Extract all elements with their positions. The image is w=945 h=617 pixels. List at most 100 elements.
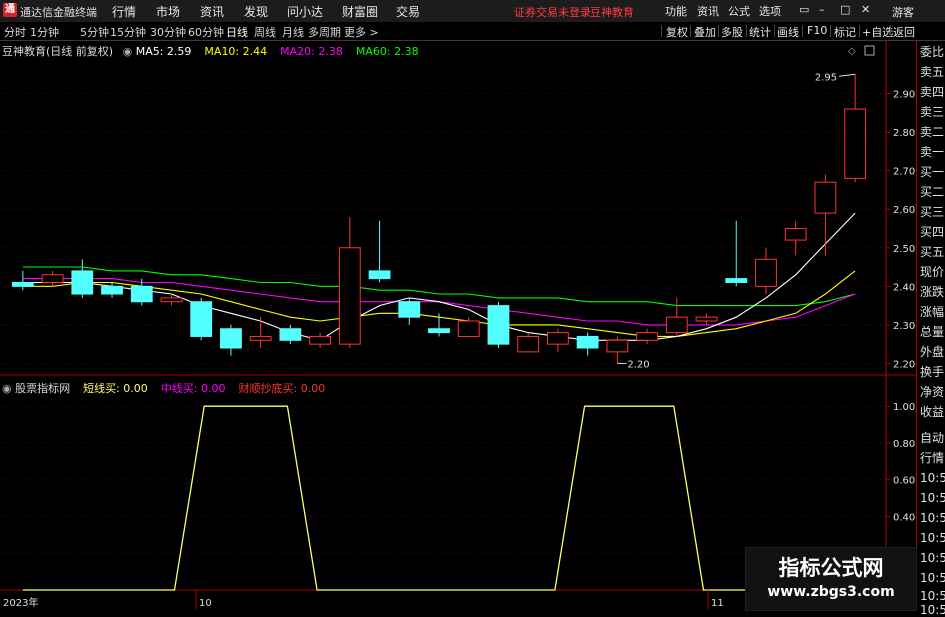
watermark-title: 指标公式网 bbox=[778, 556, 884, 580]
period-more[interactable]: 更多 > bbox=[344, 24, 379, 40]
menu-news[interactable]: 资讯 bbox=[200, 3, 224, 20]
candle-body-up bbox=[665, 316, 688, 334]
high-price-label: 2.95 bbox=[815, 72, 837, 83]
add-watchlist-button[interactable]: +自选 bbox=[862, 24, 893, 40]
sidebar-field-10: 买五 bbox=[920, 245, 945, 259]
sidebar-field-3: 卖三 bbox=[920, 105, 945, 119]
sidebar-field-7: 买二 bbox=[920, 185, 945, 199]
back-button[interactable]: 返回 bbox=[893, 24, 915, 40]
candle bbox=[546, 328, 569, 352]
candle bbox=[160, 294, 183, 306]
price-tick-label: 2.80 bbox=[893, 128, 915, 139]
indicator-tick-label: 1.00 bbox=[893, 402, 915, 413]
diamond-icon[interactable]: ◇ bbox=[848, 46, 856, 57]
candle bbox=[636, 328, 658, 345]
indicator-axis: 1.000.800.600.400.20 bbox=[886, 402, 915, 560]
toolbar-divider bbox=[718, 25, 719, 37]
period-daily[interactable]: 日线 bbox=[226, 24, 248, 40]
overlay-button[interactable]: 叠加 bbox=[694, 24, 716, 40]
menu-market[interactable]: 市场 bbox=[156, 3, 180, 20]
sidebar-field-4: 卖二 bbox=[920, 125, 945, 139]
indicator-tick-label: 0.80 bbox=[893, 439, 915, 450]
candle bbox=[190, 297, 213, 341]
sidebar-field-12: 涨跌 bbox=[920, 285, 945, 299]
adjust-price-button[interactable]: 复权 bbox=[666, 24, 688, 40]
trade-login-notice[interactable]: 证券交易未登录 bbox=[514, 4, 591, 20]
period-60min[interactable]: 60分钟 bbox=[188, 24, 224, 40]
f10-button[interactable]: F10 bbox=[807, 24, 827, 37]
menu-market-quotes[interactable]: 行情 bbox=[112, 3, 136, 20]
period-5min[interactable]: 5分钟 bbox=[80, 24, 109, 40]
sidebar-field-2: 卖四 bbox=[920, 85, 945, 99]
period-weekly[interactable]: 周线 bbox=[254, 24, 276, 40]
period-monthly[interactable]: 月线 bbox=[282, 24, 304, 40]
candle bbox=[220, 324, 242, 356]
chart-area[interactable]: ◇ 2.902.802.702.602.502.402.302.20 2.95 … bbox=[0, 41, 916, 609]
sidebar-field-8: 买三 bbox=[920, 205, 945, 219]
multi-stock-button[interactable]: 多股 bbox=[721, 24, 743, 40]
menu-discover[interactable]: 发现 bbox=[244, 3, 268, 20]
panel-toggle-icon[interactable] bbox=[864, 45, 875, 56]
sidebar-field-27: 10:57 bbox=[920, 589, 945, 603]
menu-ask-xiaoda[interactable]: 问小达 bbox=[287, 3, 323, 20]
period-1min[interactable]: 1分钟 bbox=[30, 24, 59, 40]
sidebar-field-21: 10:50 bbox=[920, 471, 945, 485]
candle-body-up bbox=[457, 320, 480, 337]
candle-body-down bbox=[130, 285, 153, 303]
sidebar-field-5: 卖一 bbox=[920, 145, 945, 159]
candle-body-up bbox=[249, 335, 272, 341]
candle-body-up bbox=[338, 247, 361, 345]
toolbar-divider bbox=[774, 25, 775, 37]
toolbar-divider bbox=[661, 25, 662, 37]
menu-wealth-circle[interactable]: 财富圈 bbox=[342, 3, 378, 20]
sidebar-field-13: 涨幅 bbox=[920, 305, 945, 319]
sidebar-field-18: 收益 bbox=[920, 405, 945, 419]
period-15min[interactable]: 15分钟 bbox=[110, 24, 146, 40]
menu-trade[interactable]: 交易 bbox=[396, 3, 420, 20]
candlesticks bbox=[11, 74, 867, 364]
price-axis: 2.90 2.80 2.70 2.60 2.50 2.40 2.30 2.20 bbox=[886, 90, 915, 370]
candle bbox=[338, 216, 361, 349]
toolbar-divider bbox=[830, 25, 831, 37]
restore-window-icon[interactable]: ▭ bbox=[799, 3, 809, 16]
price-tick-label: 2.50 bbox=[893, 244, 915, 255]
sidebar-field-9: 买四 bbox=[920, 225, 945, 239]
price-tick-label: 2.20 bbox=[893, 359, 915, 370]
candle-body-up bbox=[844, 108, 867, 179]
mark-button[interactable]: 标记 bbox=[834, 24, 856, 40]
maximize-icon[interactable]: □ bbox=[840, 3, 850, 16]
candle-body-down bbox=[11, 281, 34, 287]
candle-body-down bbox=[368, 270, 391, 280]
statistics-button[interactable]: 统计 bbox=[749, 24, 771, 40]
candle-body-up bbox=[755, 258, 777, 287]
candle bbox=[606, 336, 629, 364]
candle-body-up bbox=[517, 335, 540, 353]
function-button[interactable]: 功能 bbox=[665, 3, 687, 19]
info-button[interactable]: 资讯 bbox=[697, 3, 719, 19]
minimize-icon[interactable]: – bbox=[819, 3, 825, 16]
candle-body-down bbox=[428, 328, 450, 334]
candle bbox=[755, 247, 777, 295]
period-30min[interactable]: 30分钟 bbox=[150, 24, 186, 40]
guest-login[interactable]: 游客 bbox=[892, 4, 914, 20]
candle-body-up bbox=[814, 181, 837, 214]
period-timeshare[interactable]: 分时 bbox=[4, 24, 26, 40]
candle bbox=[725, 220, 748, 287]
candle bbox=[309, 332, 332, 349]
sidebar-field-24: 10:56 bbox=[920, 531, 945, 545]
price-tick-label: 2.60 bbox=[893, 205, 915, 216]
candle-body-down bbox=[487, 305, 510, 345]
candle-body-down bbox=[576, 335, 599, 349]
toolbar-divider bbox=[802, 25, 803, 37]
window-title: 通达信金融终端 bbox=[20, 6, 97, 19]
indicator-tick-label: 0.40 bbox=[893, 512, 915, 523]
candle bbox=[487, 301, 510, 349]
options-button[interactable]: 选项 bbox=[759, 3, 781, 19]
sidebar-field-0: 委比 bbox=[920, 45, 945, 59]
formula-button[interactable]: 公式 bbox=[728, 3, 750, 19]
sidebar-field-15: 外盘 bbox=[920, 345, 945, 359]
draw-line-button[interactable]: 画线 bbox=[777, 24, 799, 40]
period-multi[interactable]: 多周期 bbox=[308, 24, 341, 40]
candle-body-up bbox=[41, 274, 64, 283]
close-icon[interactable]: ✕ bbox=[861, 3, 870, 16]
